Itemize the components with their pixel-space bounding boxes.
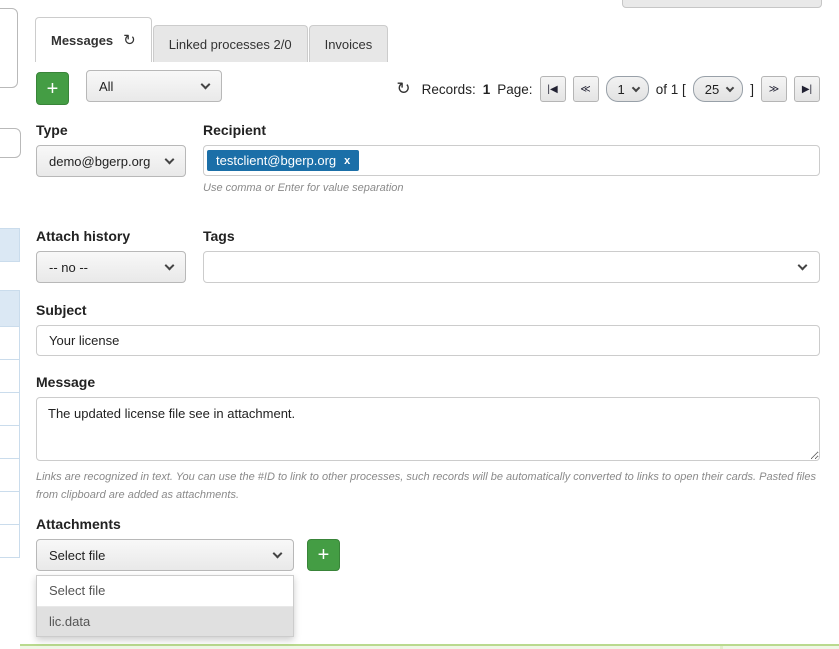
page-number-value: 1	[618, 82, 625, 97]
tab-invoices[interactable]: Invoices	[309, 25, 389, 62]
dropdown-option-select-file[interactable]: Select file	[37, 576, 293, 606]
page-number-select[interactable]: 1	[606, 76, 649, 102]
attachments-dropdown-list: Select file lic.data	[36, 575, 294, 637]
tab-linked-processes[interactable]: Linked processes 2/0	[153, 25, 308, 62]
add-attachment-button[interactable]: +	[307, 539, 340, 571]
attachments-label: Attachments	[36, 516, 340, 532]
tags-field-group: Tags	[203, 228, 820, 283]
refresh-icon[interactable]: ↻	[123, 31, 136, 49]
message-textarea[interactable]: The updated license file see in attachme…	[36, 397, 820, 461]
subject-field-group: Subject Your license	[36, 302, 820, 356]
subject-label: Subject	[36, 302, 820, 318]
chevron-down-icon	[798, 261, 808, 271]
table-row-fragment	[0, 425, 20, 459]
records-count: 1	[483, 82, 491, 97]
message-filter-select[interactable]: All	[86, 70, 222, 102]
left-panel-fragment	[0, 128, 21, 158]
attach-history-value: -- no --	[49, 260, 88, 275]
tab-messages-label: Messages	[51, 33, 113, 48]
tags-select[interactable]	[203, 251, 820, 283]
page-of-label: of 1 [	[656, 82, 686, 97]
page-size-value: 25	[705, 82, 719, 97]
message-form-screen: Messages ↻ Linked processes 2/0 Invoices…	[0, 0, 839, 649]
recipient-label: Recipient	[203, 122, 820, 138]
chevron-down-icon	[726, 83, 734, 91]
chevron-down-icon	[631, 83, 639, 91]
message-label: Message	[36, 374, 824, 390]
next-page-button[interactable]: ≫	[761, 76, 787, 102]
type-field-group: Type demo@bgerp.org	[36, 122, 186, 177]
last-page-button[interactable]: ▶|	[794, 76, 820, 102]
message-field-group: Message The updated license file see in …	[36, 374, 824, 504]
chevron-down-icon	[165, 261, 175, 271]
success-bar-fragment	[20, 644, 839, 649]
table-row-fragment	[0, 458, 20, 492]
attach-history-field-group: Attach history -- no --	[36, 228, 186, 283]
message-hint: Links are recognized in text. You can us…	[36, 468, 824, 504]
page-label: Page:	[497, 82, 532, 97]
recipient-input[interactable]: testclient@bgerp.org x	[203, 145, 820, 176]
attachments-file-value: Select file	[49, 548, 105, 563]
message-filter-value: All	[99, 79, 113, 94]
table-row-fragment	[0, 524, 20, 558]
type-value: demo@bgerp.org	[49, 154, 150, 169]
records-label: Records:	[422, 82, 476, 97]
refresh-icon[interactable]: ↻	[396, 79, 410, 99]
first-page-button[interactable]: |◀	[540, 76, 566, 102]
left-table-highlight-fragment	[0, 290, 20, 328]
chevron-down-icon	[165, 155, 175, 165]
cropped-control-fragment	[622, 0, 822, 8]
tab-bar: Messages ↻ Linked processes 2/0 Invoices	[35, 17, 389, 62]
tags-label: Tags	[203, 228, 820, 244]
table-row-fragment	[0, 392, 20, 426]
table-row-fragment	[0, 359, 20, 393]
left-panel-fragment	[0, 8, 18, 88]
tab-linked-processes-label: Linked processes 2/0	[169, 37, 292, 52]
dropdown-option-lic-data[interactable]: lic.data	[37, 606, 293, 636]
type-label: Type	[36, 122, 186, 138]
left-table-highlight-fragment	[0, 228, 20, 262]
type-select[interactable]: demo@bgerp.org	[36, 145, 186, 177]
add-message-button[interactable]: +	[36, 72, 69, 105]
chip-remove-icon[interactable]: x	[344, 155, 350, 167]
bracket-label: ]	[750, 82, 754, 97]
tab-invoices-label: Invoices	[325, 37, 373, 52]
recipient-chip-text: testclient@bgerp.org	[216, 153, 336, 168]
attach-history-select[interactable]: -- no --	[36, 251, 186, 283]
table-row-fragment	[0, 491, 20, 525]
recipient-hint: Use comma or Enter for value separation	[203, 182, 820, 194]
subject-value: Your license	[49, 333, 119, 348]
recipient-field-group: Recipient testclient@bgerp.org x Use com…	[203, 122, 820, 194]
chevron-down-icon	[201, 80, 211, 90]
recipient-chip[interactable]: testclient@bgerp.org x	[207, 150, 359, 171]
tab-messages[interactable]: Messages ↻	[35, 17, 152, 62]
table-row-fragment	[0, 326, 20, 360]
page-size-select[interactable]: 25	[693, 76, 743, 102]
attachments-file-select[interactable]: Select file	[36, 539, 294, 571]
pagination-bar: ↻ Records: 1 Page: |◀ ≪ 1 of 1 [ 25 ] ≫ …	[396, 73, 820, 105]
subject-input[interactable]: Your license	[36, 325, 820, 356]
left-table-rows-fragment	[0, 327, 20, 558]
prev-page-button[interactable]: ≪	[573, 76, 599, 102]
attach-history-label: Attach history	[36, 228, 186, 244]
chevron-down-icon	[273, 549, 283, 559]
attachments-field-group: Attachments Select file +	[36, 516, 340, 571]
